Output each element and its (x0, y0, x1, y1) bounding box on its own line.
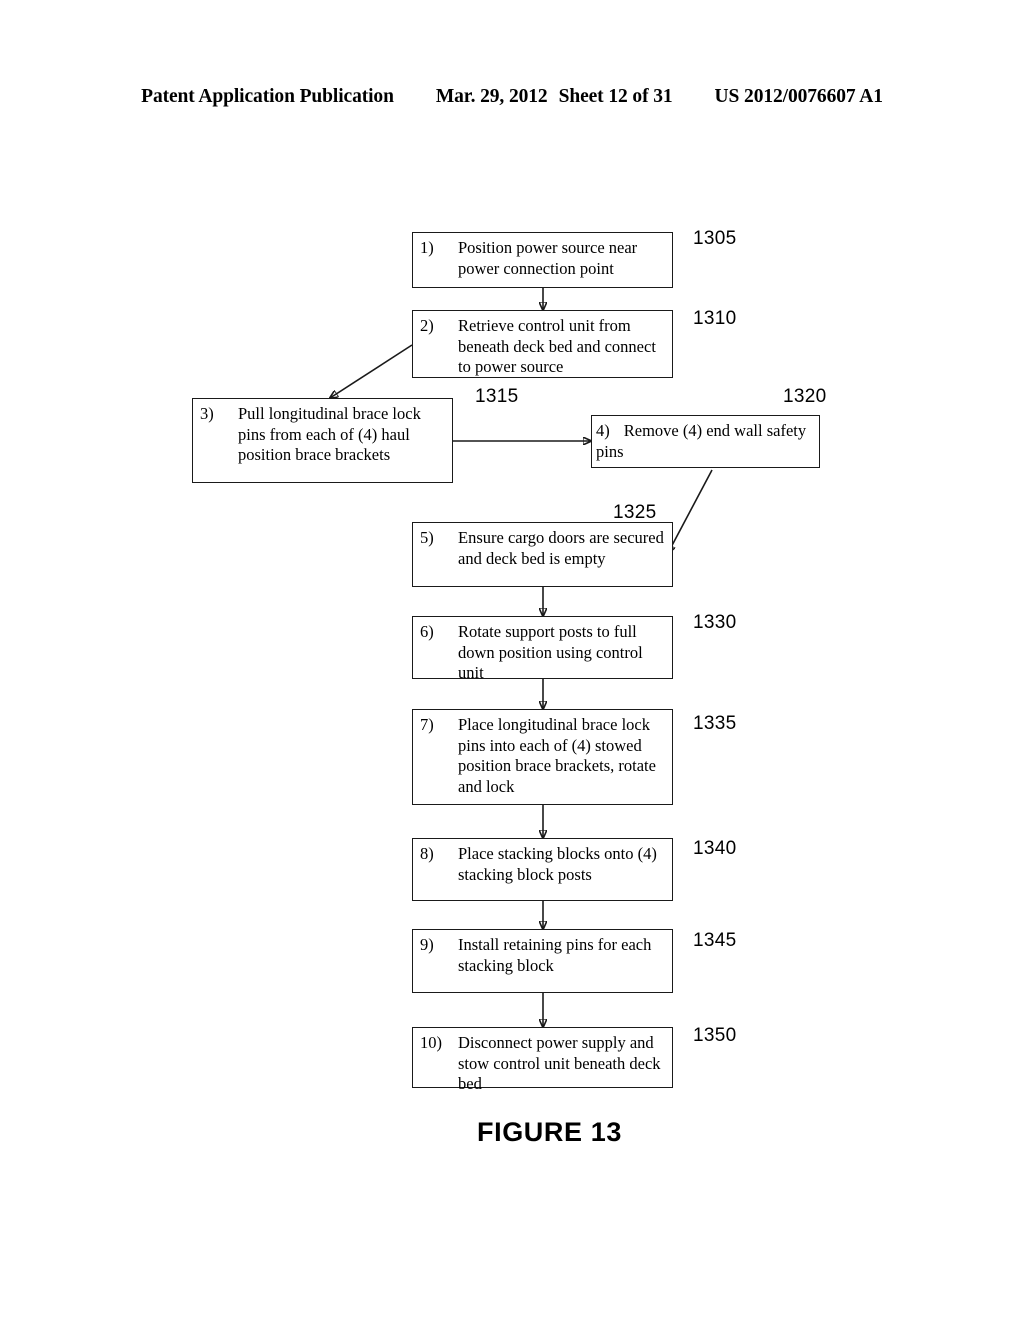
reference-numeral-1335: 1335 (693, 713, 737, 734)
reference-numeral-1350: 1350 (693, 1025, 737, 1046)
step-number-1: 1) (420, 238, 434, 257)
step-number-5: 5) (420, 528, 434, 547)
connector-step2-to-step3 (330, 344, 413, 398)
flowchart-node-step-2: 2) Retrieve control unit from beneath de… (412, 310, 673, 378)
step-text-9: Install retaining pins for each stacking… (458, 935, 652, 975)
step-number-6: 6) (420, 622, 434, 641)
reference-numeral-1340: 1340 (693, 838, 737, 859)
flowchart-node-step-9: 9) Install retaining pins for each stack… (412, 929, 673, 993)
step-number-2: 2) (420, 316, 434, 335)
reference-numeral-1315: 1315 (475, 386, 519, 407)
step-text-7: Place longitudinal brace lock pins into … (458, 715, 656, 796)
step-number-10: 10) (420, 1033, 442, 1052)
step-text-1: Position power source near power connect… (458, 238, 638, 278)
step-text-5: Ensure cargo doors are secured and deck … (458, 528, 664, 568)
flowchart-node-step-7: 7) Place longitudinal brace lock pins in… (412, 709, 673, 805)
connector-step4-to-step5 (668, 469, 713, 553)
flowchart-node-step-4: 4) Remove (4) end wall safety pins (591, 415, 820, 468)
reference-numeral-1305: 1305 (693, 228, 737, 249)
step-text-10: Disconnect power supply and stow control… (458, 1033, 661, 1094)
page-header: Patent Application Publication Mar. 29, … (0, 86, 1024, 112)
step-number-7: 7) (420, 715, 434, 734)
figure-caption: FIGURE 13 (477, 1117, 622, 1147)
flowchart-node-step-1: 1) Position power source near power conn… (412, 232, 673, 288)
step-text-3: Pull longitudinal brace lock pins from e… (238, 404, 421, 465)
reference-numeral-1325: 1325 (613, 502, 657, 523)
reference-numeral-1345: 1345 (693, 930, 737, 951)
flowchart-node-step-5: 5) Ensure cargo doors are secured and de… (412, 522, 673, 587)
step-text-2: Retrieve control unit from beneath deck … (458, 316, 656, 377)
reference-numeral-1310: 1310 (693, 308, 737, 329)
header-sheet-number: Sheet 12 of 31 (558, 86, 673, 107)
flowchart-node-step-8: 8) Place stacking blocks onto (4) stacki… (412, 838, 673, 901)
step-number-4: 4) (596, 421, 610, 440)
step-text-8: Place stacking blocks onto (4) stacking … (458, 844, 657, 884)
patent-page: Patent Application Publication Mar. 29, … (0, 0, 1024, 1320)
step-text-6: Rotate support posts to full down positi… (458, 622, 643, 683)
step-text-4: Remove (4) end wall safety pins (596, 421, 807, 461)
reference-numeral-1320: 1320 (783, 386, 827, 407)
reference-numeral-1330: 1330 (693, 612, 737, 633)
header-publication-title: Patent Application Publication (141, 86, 394, 107)
header-publication-date: Mar. 29, 2012 (435, 86, 548, 107)
header-patent-number: US 2012/0076607 A1 (714, 86, 883, 107)
flowchart-node-step-6: 6) Rotate support posts to full down pos… (412, 616, 673, 682)
flowchart-node-step-3: 3) Pull longitudinal brace lock pins fro… (192, 398, 453, 483)
step-number-9: 9) (420, 935, 434, 954)
step-number-3: 3) (200, 404, 214, 423)
flowchart-node-step-10: 10) Disconnect power supply and stow con… (412, 1027, 673, 1093)
step-number-8: 8) (420, 844, 434, 863)
